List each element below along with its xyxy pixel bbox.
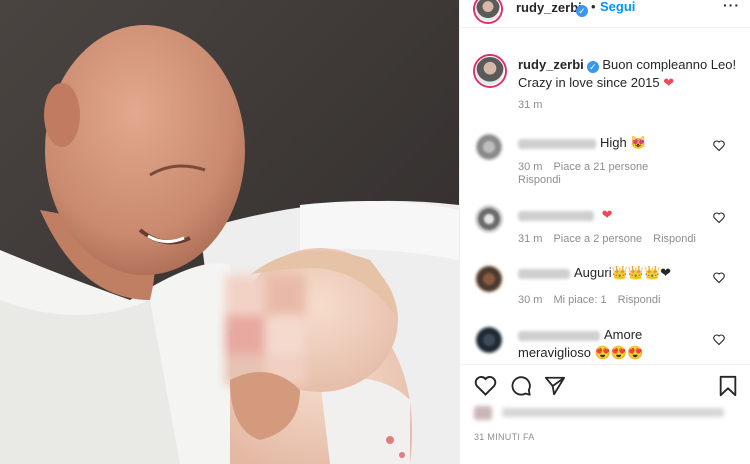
verified-badge: ✓ xyxy=(573,0,588,18)
verified-icon: ✓ xyxy=(576,5,588,17)
comment-likes[interactable]: Mi piace: 1 xyxy=(553,294,606,306)
comment-meta: 30 m Piace a 21 persone xyxy=(518,161,659,173)
likes-text xyxy=(502,408,724,417)
comment-meta: 30 m Mi piace: 1 Rispondi xyxy=(518,294,671,306)
verified-icon: ✓ xyxy=(586,61,599,73)
post-sidebar: rudy_zerbi ✓ • Segui ··· rudy_zerbi ✓ Buo… xyxy=(459,0,750,464)
commenter-username[interactable] xyxy=(518,210,594,221)
reply-button[interactable]: Rispondi xyxy=(618,294,661,306)
comment-icon[interactable] xyxy=(510,375,532,402)
post-date[interactable]: 31 MINUTI FA xyxy=(474,432,535,442)
commenter-username[interactable] xyxy=(518,138,596,149)
commenter-username[interactable] xyxy=(518,330,600,341)
comment-likes[interactable]: Piace a 21 persone xyxy=(553,161,648,173)
liker-avatar xyxy=(474,406,492,420)
post-photo[interactable] xyxy=(0,0,459,464)
heart-outline-icon[interactable] xyxy=(713,140,725,154)
comment-time[interactable]: 30 m xyxy=(518,161,542,173)
comment-time[interactable]: 30 m xyxy=(518,294,542,306)
comment-emoji: ❤ xyxy=(601,207,613,222)
reply-button[interactable]: Rispondi xyxy=(518,174,561,186)
caption-time[interactable]: 31 m xyxy=(518,99,542,111)
post-header: rudy_zerbi ✓ • Segui ··· xyxy=(460,0,750,28)
avatar-image xyxy=(475,56,505,86)
author-avatar[interactable] xyxy=(473,0,503,24)
bookmark-icon[interactable] xyxy=(718,375,738,402)
caption-text: rudy_zerbi ✓ Buon compleanno Leo! Crazy i… xyxy=(518,56,738,92)
comment-likes[interactable]: Piace a 2 persone xyxy=(553,233,642,245)
comment-reply-row: Rispondi xyxy=(518,174,572,186)
commenter-avatar[interactable] xyxy=(475,133,503,161)
caption-avatar[interactable] xyxy=(473,54,507,88)
post-image xyxy=(0,0,459,464)
comment-meta: 31 m Piace a 2 persone Rispondi xyxy=(518,233,707,245)
heart-outline-icon[interactable] xyxy=(713,272,725,286)
avatar-image xyxy=(475,0,501,22)
comment-text: High 😻 xyxy=(518,134,728,152)
share-icon[interactable] xyxy=(544,375,566,402)
post-actions xyxy=(460,364,750,404)
more-options-icon[interactable]: ··· xyxy=(723,0,740,13)
follow-button[interactable]: Segui xyxy=(600,0,635,14)
comment-emoji: 😻 xyxy=(630,135,647,150)
commenter-username[interactable] xyxy=(518,268,570,279)
heart-outline-icon[interactable] xyxy=(713,334,725,348)
comment-text: Auguri👑👑👑❤ xyxy=(518,264,728,282)
heart-outline-icon[interactable] xyxy=(713,212,725,226)
reply-button[interactable]: Rispondi xyxy=(653,233,696,245)
heart-icon[interactable] xyxy=(474,375,497,401)
header-separator: • xyxy=(591,0,596,14)
comment-text: ❤ xyxy=(518,206,728,224)
likes-summary[interactable] xyxy=(474,406,734,420)
caption-username[interactable]: rudy_zerbi xyxy=(518,57,584,72)
comment-body: High xyxy=(600,135,627,150)
commenter-avatar[interactable] xyxy=(475,265,503,293)
comment-emoji: 😍😍😍 xyxy=(594,345,644,360)
comment-text: Amore meraviglioso 😍😍😍 xyxy=(518,326,668,362)
heart-emoji: ❤ xyxy=(663,75,675,90)
comment-time[interactable]: 31 m xyxy=(518,233,542,245)
author-username[interactable]: rudy_zerbi xyxy=(516,0,582,15)
commenter-avatar[interactable] xyxy=(475,205,503,233)
comment-body: Auguri xyxy=(574,265,612,280)
comment-emoji: 👑👑👑❤ xyxy=(611,265,672,280)
commenter-avatar[interactable] xyxy=(475,326,503,354)
